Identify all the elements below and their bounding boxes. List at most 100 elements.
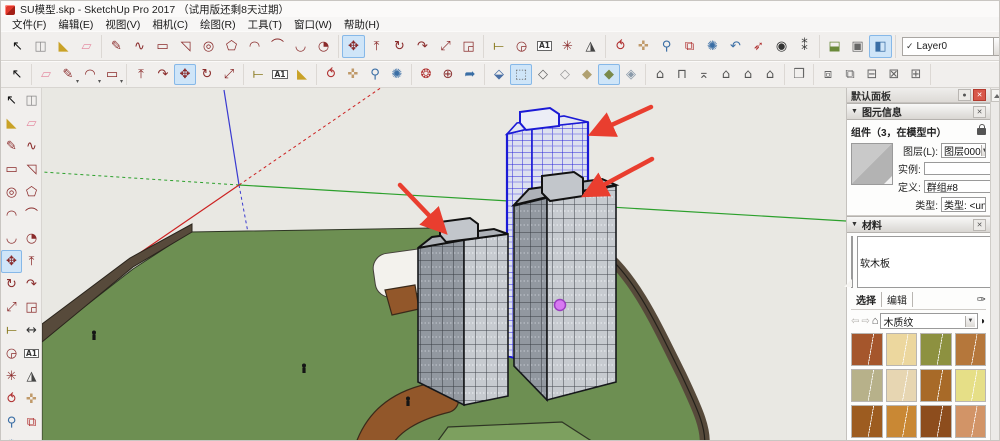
- style-shaded-textures[interactable]: ◆: [598, 64, 620, 85]
- tray-pin-icon[interactable]: ●: [958, 89, 971, 101]
- zoom-tool[interactable]: ⚲: [364, 64, 386, 85]
- freehand-tool[interactable]: ∿: [128, 35, 151, 58]
- position-camera-tool[interactable]: ➶: [747, 35, 770, 58]
- view-right[interactable]: ⌂: [715, 64, 737, 85]
- view-left[interactable]: ⌂: [759, 64, 781, 85]
- forward-arrow-icon[interactable]: ⇨: [861, 316, 869, 327]
- push-pull-tool[interactable]: ⤒: [21, 250, 42, 273]
- axes-tool[interactable]: ✳: [556, 35, 579, 58]
- material-name-input[interactable]: [857, 236, 995, 288]
- zoom-window-tool[interactable]: ⧉: [678, 35, 701, 58]
- paint-bucket[interactable]: ◣: [291, 64, 313, 85]
- material-swatch-1[interactable]: [851, 333, 883, 366]
- look-around-tool[interactable]: ◉: [770, 35, 793, 58]
- material-swatch-6[interactable]: [885, 369, 917, 402]
- eraser[interactable]: ▱: [35, 64, 57, 85]
- material-swatch-8[interactable]: [954, 369, 986, 402]
- home-icon[interactable]: ⌂: [872, 315, 879, 327]
- make-component[interactable]: ◫: [21, 89, 42, 112]
- material-swatch-12[interactable]: [954, 405, 986, 438]
- materials-header[interactable]: ▼ 材料 ✕: [847, 216, 990, 233]
- scale-tool[interactable]: ⤢: [434, 35, 457, 58]
- style-back-edges[interactable]: ⬚: [510, 64, 532, 85]
- polygon-tool[interactable]: ⬠: [220, 35, 243, 58]
- menu-item-0[interactable]: 文件(F): [7, 17, 51, 32]
- rectangle-tool[interactable]: ▭: [1, 158, 22, 181]
- send-to-layout[interactable]: ➦: [459, 64, 481, 85]
- material-swatch-10[interactable]: [885, 405, 917, 438]
- scale-tool[interactable]: ⤢: [1, 296, 22, 319]
- tray-title-bar[interactable]: 默认面板 ● ✕: [847, 88, 990, 103]
- zoom-window-tool[interactable]: ⧉: [21, 411, 42, 434]
- menu-item-3[interactable]: 相机(C): [147, 17, 193, 32]
- move-point-marker[interactable]: [553, 298, 567, 312]
- circle-tool[interactable]: ◎: [197, 35, 220, 58]
- rotated-rectangle-tool[interactable]: ◹: [21, 158, 42, 181]
- material-swatch-4[interactable]: [954, 333, 986, 366]
- material-swatch-5[interactable]: [851, 369, 883, 402]
- push-pull-tool[interactable]: ⤒: [365, 35, 388, 58]
- entity-type-select[interactable]: 类型: <unde... ▼: [941, 197, 986, 212]
- follow-me-tool[interactable]: ↷: [152, 64, 174, 85]
- entity-info-header[interactable]: ▼ 图元信息 ✕: [847, 103, 990, 120]
- back-arrow-icon[interactable]: ⇦: [851, 316, 859, 327]
- move-tool[interactable]: ✥: [342, 34, 365, 58]
- lock-icon[interactable]: [977, 124, 986, 135]
- tab-select[interactable]: 选择: [851, 292, 882, 307]
- polygon-tool[interactable]: ⬠: [21, 181, 42, 204]
- tape-measure-tool[interactable]: ⟝: [1, 319, 22, 342]
- menu-item-6[interactable]: 窗口(W): [289, 17, 337, 32]
- building-middle[interactable]: [510, 170, 620, 402]
- zoom-extents-tool[interactable]: ✺: [386, 64, 408, 85]
- orbit-tool[interactable]: ⥀: [320, 64, 342, 85]
- orbit-tool[interactable]: ⥀: [1, 388, 22, 411]
- building-left[interactable]: [417, 216, 509, 407]
- geolocation-tool[interactable]: ⊕: [437, 64, 459, 85]
- 3d-text-tool[interactable]: ◮: [21, 365, 42, 388]
- protractor-tool[interactable]: ◶: [1, 342, 22, 365]
- protractor-tool[interactable]: ◶: [510, 35, 533, 58]
- style-wireframe[interactable]: ◇: [532, 64, 554, 85]
- material-swatch-3[interactable]: [920, 333, 952, 366]
- menu-item-5[interactable]: 工具(T): [243, 17, 287, 32]
- three-point-arc-tool[interactable]: ◡: [1, 227, 22, 250]
- solid-outer-shell[interactable]: ❒: [788, 64, 810, 85]
- style-monochrome[interactable]: ◈: [620, 64, 642, 85]
- arc-tool[interactable]: ◠: [1, 204, 22, 227]
- zoom-tool[interactable]: ⚲: [655, 35, 678, 58]
- view-back[interactable]: ⌂: [737, 64, 759, 85]
- material-swatch-9[interactable]: [851, 405, 883, 438]
- view-iso[interactable]: ⌂: [649, 64, 671, 85]
- rotate-tool[interactable]: ↻: [1, 273, 22, 296]
- select-tool[interactable]: ↖: [1, 89, 22, 112]
- scale-tool[interactable]: ⤢: [218, 64, 240, 85]
- arc-tool[interactable]: ◠: [243, 35, 266, 58]
- line-tool[interactable]: ✎: [105, 35, 128, 58]
- three-point-arc-tool[interactable]: ◡: [289, 35, 312, 58]
- move-tool[interactable]: ✥: [174, 64, 196, 85]
- style-hidden-line[interactable]: ◇: [554, 64, 576, 85]
- solid-union[interactable]: ⧉: [839, 64, 861, 85]
- follow-me-tool[interactable]: ↷: [411, 35, 434, 58]
- 3d-text-tool[interactable]: ◮: [579, 35, 602, 58]
- text-tool[interactable]: A1: [533, 35, 556, 58]
- line-tool[interactable]: ✎: [1, 135, 22, 158]
- select-tool[interactable]: ↖: [6, 35, 29, 58]
- material-preview[interactable]: [844, 236, 853, 288]
- pie-tool[interactable]: ◔: [21, 227, 42, 250]
- offset-tool[interactable]: ◲: [21, 296, 42, 319]
- section-display-toggle[interactable]: ◧: [869, 34, 892, 58]
- section-fill-toggle[interactable]: ▣: [846, 35, 869, 58]
- zoom-tool[interactable]: ⚲: [1, 411, 22, 434]
- layer-combo[interactable]: ✓ Layer0: [902, 36, 994, 56]
- rectangle-tool[interactable]: ▭: [151, 35, 174, 58]
- eraser[interactable]: ▱: [21, 112, 42, 135]
- rotated-rectangle-tool[interactable]: ◹: [174, 35, 197, 58]
- dimension-tool[interactable]: ↔: [21, 319, 42, 342]
- push-pull-tool[interactable]: ⤒: [130, 64, 152, 85]
- entity-layer-select[interactable]: 图层000 ▼: [941, 143, 986, 158]
- menu-item-7[interactable]: 帮助(H): [339, 17, 385, 32]
- rotate-tool[interactable]: ↻: [388, 35, 411, 58]
- two-point-arc-tool[interactable]: ⌒: [266, 35, 289, 58]
- tab-edit[interactable]: 编辑: [882, 292, 913, 307]
